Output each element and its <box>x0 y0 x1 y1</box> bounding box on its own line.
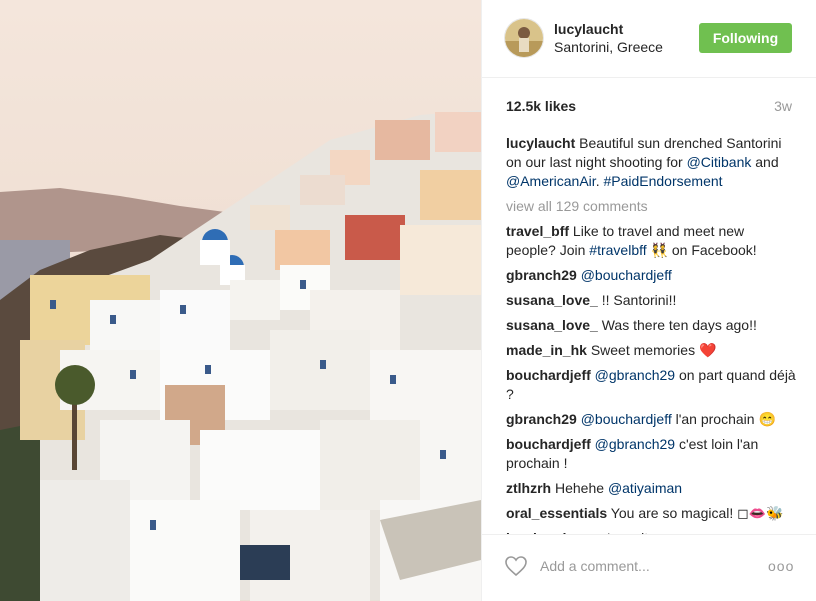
comment-username[interactable]: bouchardjeff <box>506 436 591 452</box>
comment-text: Sweet memories ❤️ <box>586 342 717 358</box>
comment-text: l'an prochain 😁 <box>671 411 776 427</box>
comment-row: susana_love_ !! Santorini!! <box>506 291 796 310</box>
caption-text-2: and <box>751 154 779 170</box>
comment-username[interactable]: susana_love_ <box>506 317 598 333</box>
heart-icon[interactable] <box>504 555 528 582</box>
comment-username[interactable]: gbranch29 <box>506 267 577 283</box>
comment-username[interactable]: bouchardjeff <box>506 367 591 383</box>
comment-text: !! Santorini!! <box>597 292 677 308</box>
comment-link[interactable]: @bouchardjeff <box>581 267 672 283</box>
comment-username[interactable]: ztlhzrh <box>506 480 551 496</box>
santorini-photo <box>0 0 481 601</box>
add-comment-input[interactable]: Add a comment... <box>540 558 650 574</box>
comment-link[interactable]: @bouchardjeff <box>581 411 672 427</box>
post-location[interactable]: Santorini, Greece <box>554 39 663 55</box>
comment-row: ztlhzrh Hehehe @atiyaiman <box>506 479 796 498</box>
view-all-comments-link[interactable]: view all 129 comments <box>506 197 796 216</box>
comment-row: gbranch29 @bouchardjeff l'an prochain 😁 <box>506 410 796 429</box>
comment-username[interactable]: oral_essentials <box>506 505 607 521</box>
comments-list[interactable]: lucylaucht Beautiful sun drenched Santor… <box>506 134 796 535</box>
comment-username[interactable]: susana_love_ <box>506 292 598 308</box>
comment-row: travel_bff Like to travel and meet new p… <box>506 222 796 260</box>
following-button[interactable]: Following <box>699 23 792 53</box>
caption-hashtag[interactable]: #PaidEndorsement <box>603 173 722 189</box>
avatar-image <box>505 19 543 57</box>
comment-username[interactable]: travel_bff <box>506 223 569 239</box>
comment-text: You are so magical! ◻👄🐝 <box>607 505 784 521</box>
post-age: 3w <box>774 98 792 114</box>
post-username[interactable]: lucylaucht <box>554 21 623 37</box>
comment-username[interactable]: made_in_hk <box>506 342 587 358</box>
comment-link[interactable]: @atiyaiman <box>608 480 682 496</box>
comment-row: susana_love_ Was there ten days ago!! <box>506 316 796 335</box>
post-details-panel: lucylaucht Santorini, Greece Following 1… <box>481 0 816 601</box>
avatar[interactable] <box>504 18 544 58</box>
comment-link[interactable]: @gbranch29 <box>595 367 675 383</box>
caption-mention-americanair[interactable]: @AmericanAir <box>506 173 596 189</box>
comment-rows: travel_bff Like to travel and meet new p… <box>506 222 796 535</box>
comment-text: Was there ten days ago!! <box>597 317 757 333</box>
caption-mention-citibank[interactable]: @Citibank <box>687 154 752 170</box>
comment-row: bouchardjeff @gbranch29 on part quand dé… <box>506 366 796 404</box>
post-header: lucylaucht Santorini, Greece Following <box>482 0 816 78</box>
more-options-icon[interactable]: ooo <box>768 558 794 574</box>
comment-link[interactable]: #travelbff <box>589 242 646 258</box>
post-footer: Add a comment... ooo <box>482 534 816 601</box>
comment-text: 👯 on Facebook! <box>646 242 757 258</box>
caption: lucylaucht Beautiful sun drenched Santor… <box>506 134 796 191</box>
comment-row: oral_essentials You are so magical! ◻👄🐝 <box>506 504 796 523</box>
comment-row: made_in_hk Sweet memories ❤️ <box>506 341 796 360</box>
comment-link[interactable]: @gbranch29 <box>595 436 675 452</box>
comment-row: gbranch29 @bouchardjeff <box>506 266 796 285</box>
comment-username[interactable]: gbranch29 <box>506 411 577 427</box>
post-photo[interactable] <box>0 0 481 601</box>
likes-count[interactable]: 12.5k likes <box>506 98 576 114</box>
comment-text: Hehehe <box>551 480 608 496</box>
comment-row: bouchardjeff @gbranch29 c'est loin l'an … <box>506 435 796 473</box>
caption-username[interactable]: lucylaucht <box>506 135 575 151</box>
